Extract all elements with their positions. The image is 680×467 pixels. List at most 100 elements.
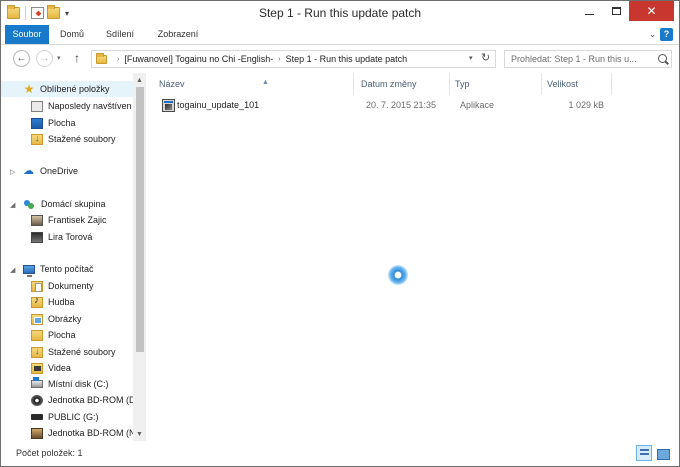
details-view-button[interactable] [636, 445, 652, 461]
user-avatar-icon [31, 214, 43, 226]
nav-item-pc-desktop[interactable]: Plocha [1, 327, 133, 343]
navigation-pane: ◢ ★ Oblíbené položky Naposledy navštíven… [1, 73, 147, 441]
usb-drive-icon [31, 414, 43, 420]
close-button[interactable]: ✕ [629, 1, 674, 21]
tab-share[interactable]: Sdílení [99, 25, 141, 44]
scrollbar-thumb[interactable] [136, 87, 144, 352]
nav-item-homegroup-user-1[interactable]: Frantisek Zajic [1, 212, 133, 228]
nav-item-label: Naposledy navštíven [48, 101, 132, 111]
minimize-icon [585, 13, 594, 15]
ribbon-tabs: Soubor Domů Sdílení Zobrazení ⌄ ? [1, 25, 679, 45]
nav-item-desktop[interactable]: Plocha [1, 115, 133, 131]
nav-this-pc[interactable]: Tento počítač [1, 261, 133, 277]
nav-item-label: Videa [48, 363, 71, 373]
nav-homegroup[interactable]: Domácí skupina [1, 196, 133, 212]
nav-item-music[interactable]: Hudba [1, 294, 133, 310]
optical-drive-icon [31, 394, 43, 406]
column-header-label: Název [159, 79, 185, 89]
homegroup-icon [23, 199, 36, 210]
file-row[interactable]: togainu_update_101 20. 7. 2015 21:35 Apl… [158, 97, 618, 115]
nav-item-label: Jednotka BD-ROM (N [48, 428, 133, 438]
videos-icon [31, 362, 43, 374]
nav-item-pc-downloads[interactable]: Stažené soubory [1, 344, 133, 360]
nav-item-recent-places[interactable]: Naposledy navštíven [1, 98, 133, 114]
nav-favorites[interactable]: ★ Oblíbené položky [1, 81, 133, 97]
tab-view[interactable]: Zobrazení [151, 25, 205, 44]
expand-ribbon-chevron-icon[interactable]: ⌄ [646, 28, 659, 41]
nav-item-local-disk-c[interactable]: Místní disk (C:) [1, 376, 133, 392]
nav-item-label: Frantisek Zajic [48, 215, 107, 225]
breadcrumb-current[interactable]: Step 1 - Run this update patch [286, 54, 408, 64]
maximize-button[interactable] [603, 1, 629, 21]
desktop-icon [31, 117, 43, 129]
breadcrumb-parent[interactable]: [Fuwanovel] Togainu no Chi -English- [124, 54, 273, 64]
nav-this-pc-label: Tento počítač [40, 264, 94, 274]
nav-item-label: Stažené soubory [48, 134, 116, 144]
busy-cursor-icon [388, 265, 408, 285]
breadcrumb-separator-icon[interactable]: › [278, 56, 280, 63]
nav-item-label: Dokumenty [48, 281, 94, 291]
nav-item-label: Hudba [48, 297, 75, 307]
recent-locations-chevron-icon[interactable]: ▾ [57, 54, 61, 62]
file-list: Název ▲ Datum změny Typ Velikost togainu… [148, 73, 679, 441]
status-bar: Počet položek: 1 [1, 442, 679, 466]
recent-places-icon [31, 100, 43, 112]
nav-item-videos[interactable]: Videa [1, 360, 133, 376]
back-button[interactable]: ← [13, 50, 30, 67]
maximize-icon [611, 7, 621, 15]
desktop-folder-icon [31, 329, 43, 341]
star-icon: ★ [23, 81, 35, 96]
nav-item-pictures[interactable]: Obrázky [1, 311, 133, 327]
search-input[interactable]: Prohledat: Step 1 - Run this u... [504, 50, 672, 68]
search-icon[interactable] [658, 54, 667, 63]
address-folder-icon [96, 52, 107, 64]
title-bar: ▾ Step 1 - Run this update patch ✕ [1, 1, 679, 25]
file-size: 1 029 kB [568, 100, 604, 110]
column-header-name[interactable]: Název ▲ [154, 73, 354, 95]
nav-favorites-label: Oblíbené položky [40, 84, 110, 94]
nav-item-label: Plocha [48, 330, 76, 340]
large-icons-view-button[interactable] [654, 445, 670, 461]
nav-item-bd-rom-n[interactable]: Jednotka BD-ROM (N [1, 425, 133, 441]
nav-item-label: Lira Torová [48, 232, 93, 242]
up-button[interactable]: ↑ [74, 51, 80, 65]
nav-item-label: Jednotka BD-ROM (D [48, 395, 133, 405]
nav-item-label: Obrázky [48, 314, 82, 324]
nav-item-public-g[interactable]: PUBLIC (G:) [1, 409, 133, 425]
minimize-button[interactable] [576, 1, 603, 21]
close-icon: ✕ [646, 4, 657, 18]
file-name: togainu_update_101 [177, 100, 260, 110]
nav-item-label: Stažené soubory [48, 347, 116, 357]
documents-icon [31, 280, 43, 292]
local-disk-icon [31, 377, 43, 388]
file-type: Aplikace [460, 100, 495, 110]
help-button[interactable]: ? [660, 28, 673, 41]
column-header-size[interactable]: Velikost [542, 73, 612, 95]
nav-item-bd-rom-d[interactable]: Jednotka BD-ROM (D [1, 392, 133, 408]
nav-item-downloads[interactable]: Stažené soubory [1, 131, 133, 147]
tab-file[interactable]: Soubor [5, 25, 49, 44]
tab-home[interactable]: Domů [53, 25, 91, 44]
nav-onedrive[interactable]: ☁ OneDrive [1, 163, 133, 179]
scroll-up-arrow-icon[interactable]: ▲ [133, 75, 146, 87]
breadcrumb-separator-icon[interactable]: › [117, 56, 119, 63]
downloads-icon [31, 133, 43, 145]
column-header-type[interactable]: Typ [450, 73, 542, 95]
pictures-icon [31, 313, 43, 325]
downloads-icon [31, 346, 43, 358]
forward-button[interactable]: → [36, 50, 53, 67]
scroll-down-arrow-icon[interactable]: ▼ [133, 429, 146, 441]
onedrive-cloud-icon: ☁ [23, 164, 34, 177]
nav-item-homegroup-user-2[interactable]: Lira Torová [1, 229, 133, 245]
user-avatar-icon [31, 231, 43, 243]
address-history-chevron-icon[interactable]: ▾ [469, 54, 473, 62]
nav-item-documents[interactable]: Dokumenty [1, 278, 133, 294]
address-bar[interactable]: › [Fuwanovel] Togainu no Chi -English- ›… [91, 50, 496, 68]
nav-item-label: Plocha [48, 118, 76, 128]
nav-homegroup-label: Domácí skupina [41, 199, 106, 209]
application-icon [162, 99, 175, 112]
column-header-date[interactable]: Datum změny [356, 73, 450, 95]
nav-pane-scrollbar[interactable]: ▲ ▼ [133, 73, 146, 441]
refresh-icon[interactable]: ↻ [481, 51, 490, 64]
nav-item-label: PUBLIC (G:) [48, 412, 99, 422]
